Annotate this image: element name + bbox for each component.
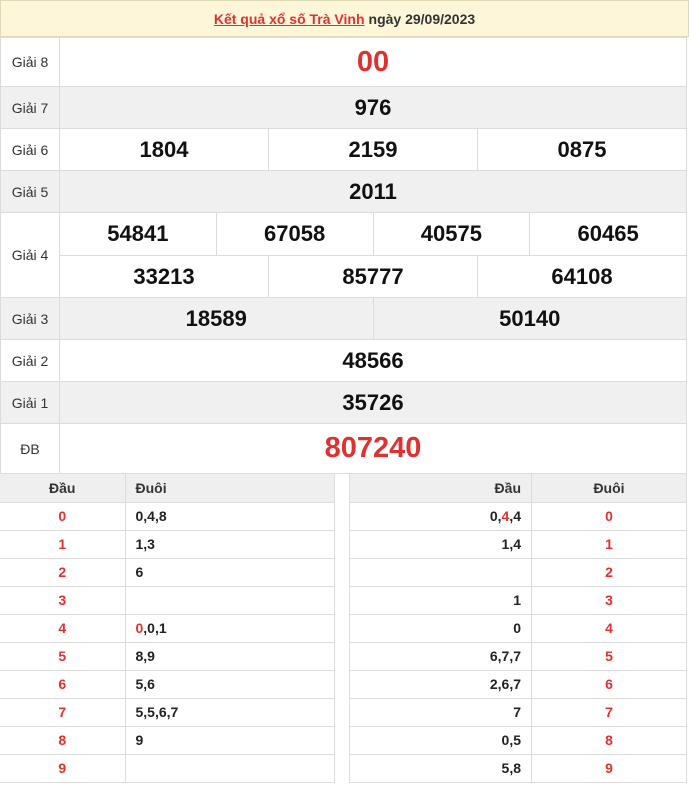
head-digits: 1 bbox=[513, 592, 521, 608]
tail-digit: 8 bbox=[605, 732, 613, 748]
head-digit: 6 bbox=[58, 676, 67, 692]
tail-digits: ,0,1 bbox=[143, 620, 167, 636]
table-row: 6,7,7 5 bbox=[349, 642, 687, 671]
loto-tail-table: Đầu Đuôi 0,4,4 0 1,4 1 2 1 3 0 4 6,7,7 5 2,6,7 6 7 7 0,… bbox=[349, 474, 687, 783]
prize-label-g2: Giải 2 bbox=[0, 339, 60, 382]
table-row: 4 0,0,1 bbox=[0, 614, 335, 643]
results-header: Kết quả xổ số Trà Vinh ngày 29/09/2023 bbox=[0, 0, 689, 37]
tail-digits: 5,5,6,7 bbox=[135, 704, 179, 720]
table-row: 5,8 9 bbox=[349, 754, 687, 783]
head-digit: 7 bbox=[58, 704, 67, 720]
prize-label-g4: Giải 4 bbox=[0, 212, 60, 298]
province-results-link[interactable]: Kết quả xổ số Trà Vinh bbox=[214, 11, 365, 27]
head-digits: 6,7,7 bbox=[489, 648, 521, 664]
prize-g2-value: 48566 bbox=[342, 347, 404, 373]
table-row: 7 5,5,6,7 bbox=[0, 698, 335, 727]
prize-g3-value: 18589 bbox=[185, 305, 247, 331]
head-digits: 1,4 bbox=[501, 536, 521, 552]
special-prize-value: 807240 bbox=[324, 432, 422, 464]
prize-label-db: ĐB bbox=[0, 423, 60, 474]
prize-g4-value: 40575 bbox=[420, 221, 482, 246]
head-digit: 8 bbox=[58, 732, 67, 748]
table-row: 2 bbox=[349, 558, 687, 587]
head-digit: 3 bbox=[58, 592, 67, 608]
prize-label-g8: Giải 8 bbox=[0, 37, 60, 87]
head-digit: 5 bbox=[58, 648, 67, 664]
table-row: 5 8,9 bbox=[0, 642, 335, 671]
tail-digits: 1,3 bbox=[135, 536, 155, 552]
table-row: 1,4 1 bbox=[349, 530, 687, 559]
col-tail-label: Đuôi bbox=[125, 474, 335, 503]
prize-g1-value: 35726 bbox=[342, 389, 404, 415]
tail-digits: 6 bbox=[135, 564, 144, 580]
tail-digits: 5,6 bbox=[135, 676, 155, 692]
prize-g4-value: 54841 bbox=[107, 221, 169, 246]
tail-digit: 0 bbox=[605, 508, 613, 524]
table-row: 3 bbox=[0, 586, 335, 615]
head-digits: 0,5 bbox=[501, 732, 521, 748]
prize-label-g6: Giải 6 bbox=[0, 128, 60, 171]
head-digits-post: ,4 bbox=[509, 508, 521, 524]
prize-label-g5: Giải 5 bbox=[0, 170, 60, 213]
table-row: 9 bbox=[0, 754, 335, 783]
table-row: 0,5 8 bbox=[349, 726, 687, 755]
tail-digit: 2 bbox=[605, 564, 613, 580]
table-row: 1 1,3 bbox=[0, 530, 335, 559]
table-row: 77 bbox=[349, 698, 687, 727]
prize-g4-value: 67058 bbox=[264, 221, 326, 246]
head-digit: 2 bbox=[58, 564, 67, 580]
prize-g6-value: 2159 bbox=[348, 136, 398, 162]
prize-g6-value: 1804 bbox=[139, 136, 189, 162]
table-row: 26 bbox=[0, 558, 335, 587]
prize-g5-value: 2011 bbox=[349, 178, 397, 204]
table-row: 2,6,7 6 bbox=[349, 670, 687, 699]
col-head-label: Đầu bbox=[349, 474, 532, 503]
head-digits: 7 bbox=[513, 704, 521, 720]
head-digit: 1 bbox=[58, 536, 67, 552]
head-digits: 0 bbox=[513, 620, 521, 636]
prize-g4-value: 64108 bbox=[551, 263, 613, 289]
head-digit: 4 bbox=[58, 620, 67, 636]
tail-digit: 7 bbox=[605, 704, 613, 720]
head-digits: 5,8 bbox=[501, 760, 521, 776]
head-digits: 2,6,7 bbox=[489, 676, 521, 692]
table-row: 89 bbox=[0, 726, 335, 755]
tail-digits: 9 bbox=[135, 732, 144, 748]
table-row: 6 5,6 bbox=[0, 670, 335, 699]
col-head-label: Đầu bbox=[0, 474, 126, 503]
prize-label-g3: Giải 3 bbox=[0, 297, 60, 340]
tail-digit: 1 bbox=[605, 536, 613, 552]
prize-g8-value: 00 bbox=[356, 45, 390, 78]
tail-digit: 9 bbox=[605, 760, 613, 776]
table-row: 13 bbox=[349, 586, 687, 615]
prize-g6-value: 0875 bbox=[557, 136, 607, 162]
tail-digit: 5 bbox=[605, 648, 613, 664]
tail-digits: 8,9 bbox=[135, 648, 155, 664]
loto-head-table: Đầu Đuôi 0 0,4,8 1 1,3 2 6 3 4 0,0,1 5 8,9 6 5,6 7 5,5… bbox=[0, 474, 335, 783]
head-digit: 9 bbox=[58, 760, 67, 776]
prize-g4-value: 85777 bbox=[342, 263, 404, 289]
col-tail-label: Đuôi bbox=[531, 474, 687, 503]
prize-g4-value: 60465 bbox=[577, 221, 639, 246]
table-row: 04 bbox=[349, 614, 687, 643]
table-row: 0 0,4,8 bbox=[0, 502, 335, 531]
results-table: Giải 8 00 Giải 7 976 Giải 6 1804 2159 08… bbox=[0, 37, 687, 474]
tail-digit: 4 bbox=[605, 620, 613, 636]
head-digit: 0 bbox=[58, 508, 67, 524]
head-digits: 0, bbox=[489, 508, 502, 524]
draw-date: ngày 29/09/2023 bbox=[368, 10, 476, 27]
tail-digit: 3 bbox=[605, 592, 613, 608]
tail-digits: 0,4,8 bbox=[135, 508, 167, 524]
tail-digit: 6 bbox=[605, 676, 613, 692]
prize-g4-value: 33213 bbox=[133, 263, 195, 289]
prize-g3-value: 50140 bbox=[499, 305, 561, 331]
prize-label-g1: Giải 1 bbox=[0, 381, 60, 424]
table-row: 0,4,4 0 bbox=[349, 502, 687, 531]
prize-g7-value: 976 bbox=[354, 94, 392, 120]
prize-label-g7: Giải 7 bbox=[0, 86, 60, 129]
